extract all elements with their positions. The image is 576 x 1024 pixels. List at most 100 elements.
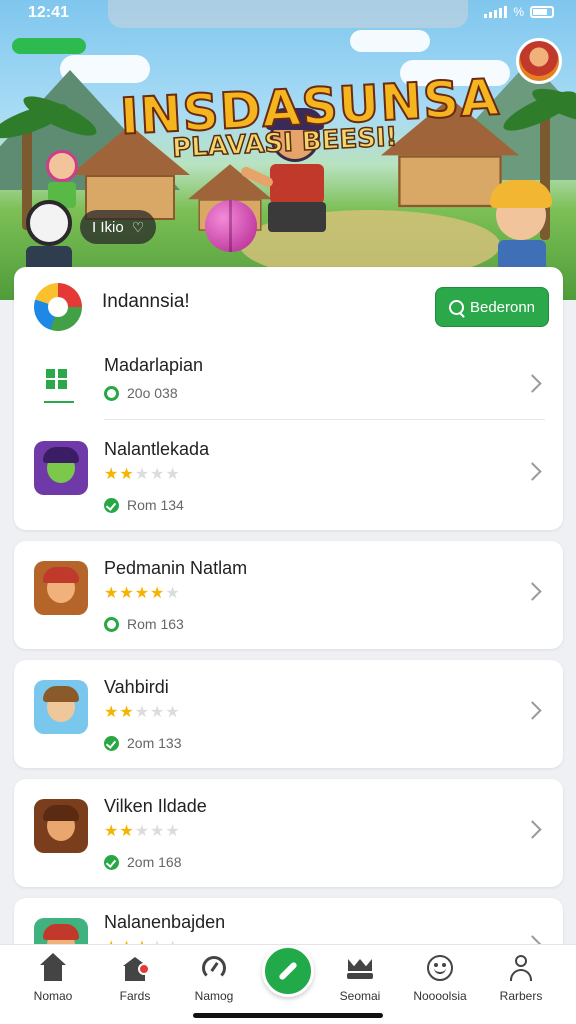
list-item[interactable]: Nalantlekada ★ ★ ★ ★ ★ Rom 134 [14, 427, 563, 537]
game-card[interactable]: Vahbirdi ★ ★ ★ ★ ★ 2om 133 [14, 660, 563, 768]
chevron-right-icon [523, 582, 542, 601]
game-card[interactable]: Vilken Ildade ★ ★ ★ ★ ★ 2om 168 [14, 779, 563, 887]
profile-avatar[interactable] [516, 38, 562, 84]
card-meta-text: Rom 163 [127, 616, 184, 632]
star-icon: ★ [104, 585, 119, 602]
star-icon: ★ [165, 466, 180, 483]
star-icon: ★ [165, 823, 180, 840]
app-icon [34, 561, 88, 615]
star-icon: ★ [150, 466, 165, 483]
hero-character-left-bottom [22, 200, 78, 270]
star-icon: ★ [104, 823, 119, 840]
game-card[interactable]: Pedmanin Natlam ★ ★ ★ ★ ★ Rom 163 [14, 541, 563, 649]
star-icon: ★ [119, 585, 134, 602]
featured-title: Indannsia! [102, 291, 190, 312]
nav-label: Seomai [339, 989, 381, 1003]
card-title: Vilken Ildade [104, 796, 207, 816]
star-icon: ★ [104, 466, 119, 483]
nav-item-home[interactable]: Nomao [13, 953, 93, 1009]
star-icon: ★ [119, 704, 134, 721]
nav-label: Noooolsia [413, 989, 467, 1003]
nav-item-gauge[interactable]: Namog [174, 953, 254, 1009]
nav-label: Rarbers [499, 989, 543, 1003]
card-meta-text: 2om 168 [127, 854, 182, 870]
star-icon: ★ [134, 704, 150, 721]
nav-item-crown[interactable]: Seomai [320, 953, 400, 1009]
nav-item-store[interactable]: Fards [95, 953, 175, 1009]
star-icon: ★ [150, 704, 165, 721]
app-icon [34, 680, 88, 734]
hero-banner[interactable]: INSDASUNSA PLAVASI BEESI! I Ikio ♡ [0, 0, 576, 300]
item-meta: 20o 038 [104, 385, 178, 401]
gauge-icon [199, 953, 229, 983]
home-indicator [193, 1013, 383, 1018]
nav-label: Namog [194, 989, 234, 1003]
featured-cta-label: Bederonn [469, 298, 536, 316]
star-icon: ★ [150, 585, 165, 602]
star-rating: ★★★★★ [104, 586, 180, 602]
card-meta: 2om 168 [104, 854, 181, 870]
star-rating: ★★★★★ [104, 824, 180, 840]
nav-label: Nomao [33, 989, 73, 1003]
chevron-right-icon [523, 701, 542, 720]
brand-logo-icon [34, 283, 82, 331]
grid-icon [44, 369, 74, 403]
featured-header: Indannsia! Bederonn [14, 267, 563, 347]
card-title: Pedmanin Natlam [104, 558, 248, 578]
hero-character-right [488, 180, 558, 270]
like-badge-label: I Ikio [92, 218, 124, 236]
dynamic-island [108, 0, 468, 28]
star-rating: ★★★★★ [104, 705, 180, 721]
card-title: Vahbirdi [104, 677, 169, 697]
search-icon [448, 299, 464, 315]
ring-icon [104, 616, 119, 632]
nav-label: Fards [119, 989, 151, 1003]
featured-cta-button[interactable]: Bederonn [435, 287, 549, 327]
battery-icon [530, 6, 554, 18]
compose-fab-button[interactable] [262, 945, 314, 997]
nav-item-profile[interactable]: Rarbers [481, 953, 561, 1009]
ring-icon [104, 385, 119, 401]
star-icon: ★ [119, 823, 134, 840]
pen-icon [278, 961, 298, 981]
card-title: Nalanenbajden [104, 912, 226, 932]
star-icon: ★ [165, 704, 180, 721]
heart-icon: ♡ [131, 218, 145, 235]
check-icon [104, 497, 119, 513]
profile-icon [506, 953, 536, 983]
check-icon [104, 854, 119, 870]
like-badge[interactable]: I Ikio ♡ [80, 210, 157, 244]
card-meta: 2om 133 [104, 735, 181, 751]
signal-icon [484, 6, 508, 18]
star-icon: ★ [165, 585, 180, 602]
star-icon: ★ [134, 585, 150, 602]
status-time: 12:41 [28, 4, 69, 21]
item-title: Madarlapian [104, 355, 204, 375]
star-icon: ★ [134, 466, 150, 483]
chevron-right-icon [523, 374, 542, 393]
card-meta: Rom 163 [104, 616, 184, 632]
chevron-right-icon [523, 462, 542, 481]
item-title: Nalantlekada [104, 439, 210, 459]
item-meta-text: Rom 134 [127, 497, 184, 513]
smiley-icon [425, 953, 455, 983]
divider [104, 419, 545, 420]
star-rating: ★★★★★ [104, 467, 180, 483]
star-icon: ★ [119, 466, 134, 483]
card-meta-text: 2om 133 [127, 735, 182, 751]
app-icon [34, 441, 88, 495]
progress-pill [12, 38, 86, 54]
star-icon: ★ [134, 823, 150, 840]
status-bar: 12:41 % [0, 0, 576, 28]
ball [205, 200, 257, 252]
bottom-nav: Nomao Fards Namog Seomai Noooolsia Rarbe… [0, 944, 576, 1024]
crown-icon [345, 953, 375, 983]
nav-item-smiley[interactable]: Noooolsia [400, 953, 480, 1009]
app-icon [34, 799, 88, 853]
star-icon: ★ [150, 823, 165, 840]
star-icon: ★ [104, 704, 119, 721]
check-icon [104, 735, 119, 751]
status-icons: % [484, 5, 554, 19]
store-icon [120, 953, 150, 983]
chevron-right-icon [523, 820, 542, 839]
